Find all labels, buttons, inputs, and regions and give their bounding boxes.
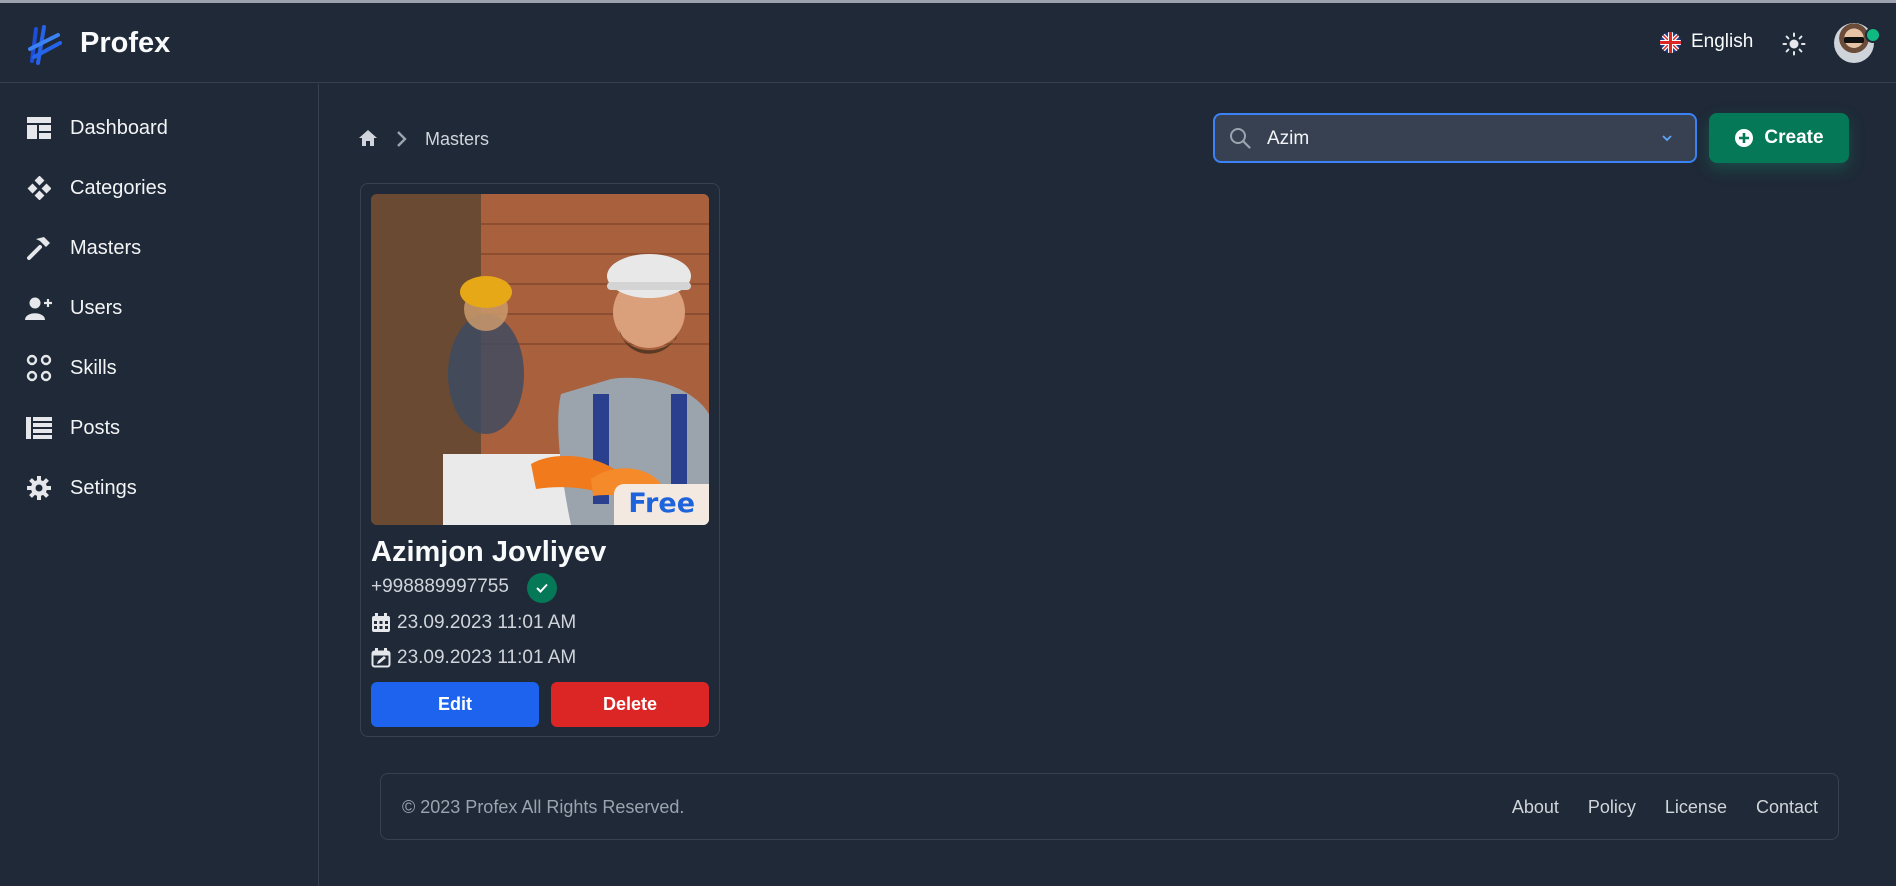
footer-link-contact[interactable]: Contact xyxy=(1756,797,1818,818)
sidebar-item-posts[interactable]: Posts xyxy=(24,410,304,446)
home-icon[interactable] xyxy=(358,128,378,148)
sidebar-item-label: Dashboard xyxy=(70,116,168,139)
master-name: Azimjon Jovliyev xyxy=(371,536,607,568)
sidebar-item-dashboard[interactable]: Dashboard xyxy=(24,110,304,146)
sidebar-item-label: Categories xyxy=(70,176,167,199)
sidebar-item-label: Setings xyxy=(70,476,137,499)
create-button[interactable]: Create xyxy=(1709,113,1849,163)
created-date-row: 23.09.2023 11:01 AM xyxy=(371,612,576,634)
delete-button[interactable]: Delete xyxy=(551,682,709,727)
updated-date-row: 23.09.2023 11:01 AM xyxy=(371,647,576,669)
sidebar: Dashboard Categories Masters Users Skill… xyxy=(0,84,319,886)
sidebar-item-label: Skills xyxy=(70,356,117,379)
add-user-icon xyxy=(24,293,54,323)
list-icon xyxy=(24,413,54,443)
created-date: 23.09.2023 11:01 AM xyxy=(397,612,577,633)
uk-flag-icon xyxy=(1660,31,1681,53)
sidebar-item-users[interactable]: Users xyxy=(24,290,304,326)
profex-logo-icon xyxy=(28,25,62,65)
calendar-icon xyxy=(372,613,390,632)
updated-date: 23.09.2023 11:01 AM xyxy=(397,647,577,668)
sidebar-item-label: Users xyxy=(70,296,123,319)
footer-link-license[interactable]: License xyxy=(1665,797,1727,818)
create-label: Create xyxy=(1764,127,1824,148)
sidebar-item-label: Masters xyxy=(70,236,142,259)
sidebar-item-masters[interactable]: Masters xyxy=(24,230,304,266)
search-icon xyxy=(1230,128,1251,149)
plan-badge: Free xyxy=(614,484,709,525)
app-name[interactable]: Profex xyxy=(80,27,170,60)
search-input[interactable] xyxy=(1265,121,1629,157)
master-card: Free Azimjon Jovliyev +998889997755 23.0… xyxy=(360,183,720,737)
skills-icon xyxy=(24,353,54,383)
chevron-down-icon[interactable] xyxy=(1661,133,1673,143)
language-label: English xyxy=(1691,31,1754,52)
plus-circle-icon xyxy=(1735,129,1754,147)
master-photo: Free xyxy=(371,194,709,525)
header: Profex English xyxy=(0,3,1896,83)
footer-link-about[interactable]: About xyxy=(1512,797,1559,818)
sidebar-item-skills[interactable]: Skills xyxy=(24,350,304,386)
avatar-sunglasses xyxy=(1844,37,1864,43)
online-status-dot xyxy=(1865,27,1881,43)
sidebar-item-categories[interactable]: Categories xyxy=(24,170,304,206)
search-box[interactable] xyxy=(1213,113,1697,163)
worker-photo-illustration xyxy=(371,194,709,525)
language-selector[interactable]: English xyxy=(1660,31,1753,53)
chevron-right-icon xyxy=(397,131,407,147)
copyright-text: © 2023 Profex All Rights Reserved. xyxy=(402,797,685,817)
master-phone: +998889997755 xyxy=(371,576,509,597)
footer: © 2023 Profex All Rights Reserved. About… xyxy=(380,773,1839,840)
edit-button[interactable]: Edit xyxy=(371,682,539,727)
dashboard-icon xyxy=(24,113,54,143)
sidebar-item-label: Posts xyxy=(70,416,121,439)
verified-check-icon xyxy=(527,573,557,603)
breadcrumb-current: Masters xyxy=(425,129,490,149)
gear-icon xyxy=(24,473,54,503)
footer-links: About Policy License Contact xyxy=(1512,797,1818,818)
footer-link-policy[interactable]: Policy xyxy=(1588,797,1636,818)
categories-icon xyxy=(24,173,54,203)
user-avatar[interactable] xyxy=(1834,23,1881,63)
sun-icon[interactable] xyxy=(1782,32,1806,56)
sidebar-item-settings[interactable]: Setings xyxy=(24,470,304,506)
calendar-edit-icon xyxy=(371,648,391,668)
hammer-icon xyxy=(24,233,54,263)
